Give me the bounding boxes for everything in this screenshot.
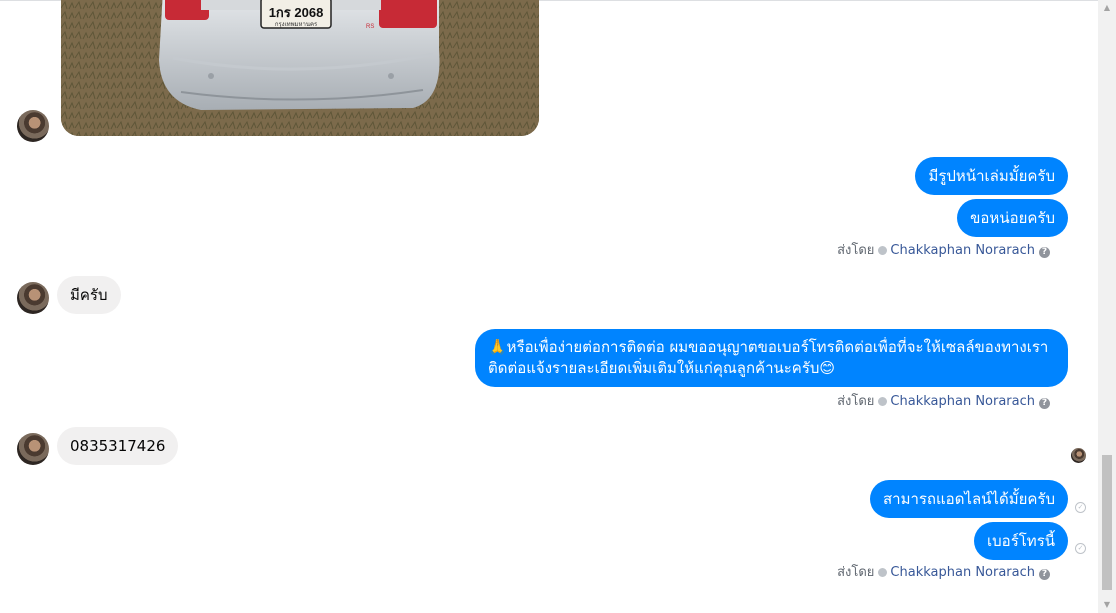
sent-by-label: ส่งโดย	[837, 394, 875, 409]
sender-status-icon	[878, 397, 888, 406]
message-thread[interactable]: 1กร 2068 กรุงเทพมหานคร RS มีรูปหน้าเล่มม…	[0, 0, 1098, 613]
message-text: สามารถแอดไลน์ได้มั้ยครับ	[882, 490, 1055, 508]
license-plate-province: กรุงเทพมหานคร	[275, 21, 318, 28]
car-photo-image: 1กร 2068 กรุงเทพมหานคร RS	[61, 0, 539, 136]
incoming-message[interactable]: 0835317426	[57, 427, 179, 465]
message-text-line: 🙏หรือเพื่อง่ายต่อการติดต่อ ผมขออนุญาตขอเ…	[488, 338, 1049, 356]
message-text: ขอหน่อยครับ	[970, 209, 1055, 227]
vertical-scrollbar[interactable]: ▲ ▼	[1098, 0, 1116, 613]
message-text-line: ติดต่อแจ้งรายละเอียดเพิ่มเติมให้แก่คุณลู…	[488, 359, 836, 377]
sender-status-icon	[878, 568, 888, 577]
delivered-check-icon: ✓	[1075, 502, 1086, 513]
car-badge: RS	[366, 24, 374, 30]
message-text: 0835317426	[70, 437, 166, 455]
outgoing-message[interactable]: 🙏หรือเพื่อง่ายต่อการติดต่อ ผมขออนุญาตขอเ…	[475, 329, 1068, 387]
contact-avatar[interactable]	[17, 433, 49, 465]
help-icon[interactable]: ?	[1039, 247, 1050, 258]
message-text: มีรูปหน้าเล่มมั้ยครับ	[928, 167, 1055, 185]
outgoing-message[interactable]: ขอหน่อยครับ	[957, 199, 1068, 237]
delivered-check-icon: ✓	[1075, 543, 1086, 554]
sender-name-link[interactable]: Chakkaphan Norarach	[890, 243, 1035, 258]
sent-by-label: ส่งโดย	[837, 565, 875, 580]
sent-by-label: ส่งโดย	[837, 243, 875, 258]
scroll-down-arrow-icon[interactable]: ▼	[1098, 597, 1116, 613]
seen-by-avatar	[1071, 448, 1086, 463]
sender-name-link[interactable]: Chakkaphan Norarach	[890, 394, 1035, 409]
message-text: มีครับ	[70, 286, 108, 304]
outgoing-message[interactable]: มีรูปหน้าเล่มมั้ยครับ	[915, 157, 1068, 195]
message-text: เบอร์โทรนี้	[987, 532, 1055, 550]
help-icon[interactable]: ?	[1039, 398, 1050, 409]
scrollbar-thumb[interactable]	[1102, 455, 1112, 590]
outgoing-message[interactable]: สามารถแอดไลน์ได้มั้ยครับ	[869, 480, 1068, 518]
contact-avatar[interactable]	[17, 110, 49, 142]
sent-by-info: ส่งโดย Chakkaphan Norarach?	[837, 564, 1050, 582]
help-icon[interactable]: ?	[1039, 569, 1050, 580]
contact-avatar[interactable]	[17, 282, 49, 314]
sent-by-info: ส่งโดย Chakkaphan Norarach?	[837, 393, 1050, 411]
sent-by-info: ส่งโดย Chakkaphan Norarach?	[837, 242, 1050, 260]
incoming-message[interactable]: มีครับ	[57, 276, 121, 314]
sender-name-link[interactable]: Chakkaphan Norarach	[890, 565, 1035, 580]
license-plate-number: 1กร 2068	[269, 5, 324, 20]
car-photo[interactable]: 1กร 2068 กรุงเทพมหานคร RS	[61, 0, 539, 136]
scroll-up-arrow-icon[interactable]: ▲	[1098, 0, 1116, 16]
sender-status-icon	[878, 246, 888, 255]
outgoing-message[interactable]: เบอร์โทรนี้	[974, 522, 1068, 560]
